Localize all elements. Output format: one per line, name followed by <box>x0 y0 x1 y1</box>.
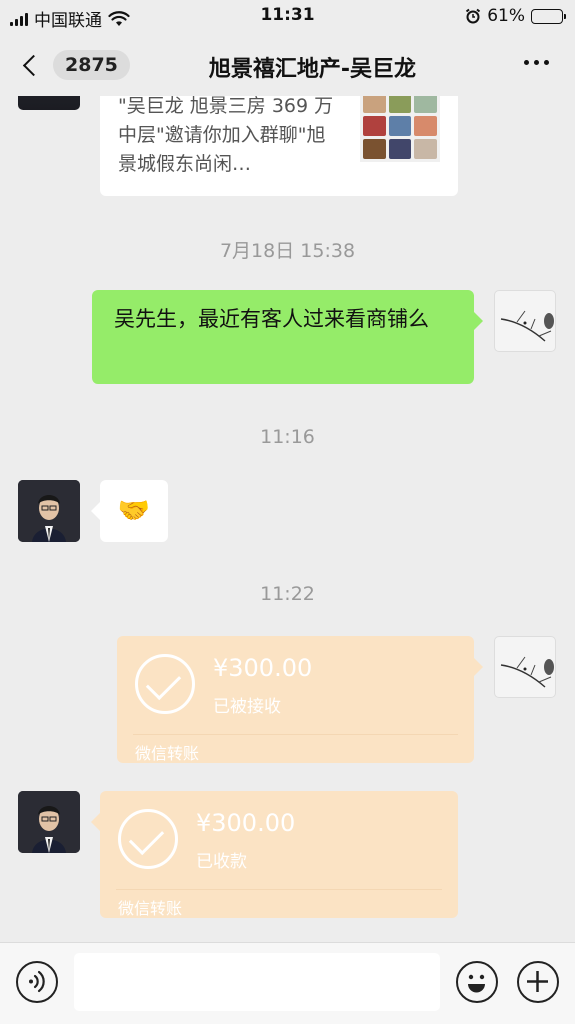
contact-avatar[interactable] <box>18 480 80 542</box>
transfer-card-sent[interactable]: ¥300.00 已被接收 微信转账 <box>117 636 483 763</box>
branch-photo-icon <box>500 656 554 688</box>
voice-icon <box>29 970 45 993</box>
nav-bar: 2875 旭景禧汇地产-吴巨龙 <box>0 34 575 96</box>
message-timestamp: 11:16 <box>260 426 315 448</box>
invite-card-text: "吴巨龙 旭景三房 369 万中层"邀请你加入群聊"旭景城假东尚闲… <box>118 96 334 175</box>
voice-input-button[interactable] <box>16 961 58 1003</box>
transfer-label: 微信转账 <box>118 899 183 918</box>
transfer-card-received[interactable]: ¥300.00 已收款 微信转账 <box>91 791 458 918</box>
chat-title: 旭景禧汇地产-吴巨龙 <box>208 57 417 82</box>
emoji-button[interactable] <box>456 961 498 1003</box>
transfer-status: 已被接收 <box>213 697 281 717</box>
status-bar: 中国联通 11:31 61% <box>0 0 575 34</box>
incoming-message-bubble[interactable]: 🤝 <box>91 480 168 542</box>
more-dot-icon <box>534 60 539 65</box>
group-invite-card[interactable]: "吴巨龙 旭景三房 369 万中层"邀请你加入群聊"旭景城假东尚闲… <box>100 96 458 196</box>
status-right: 61% <box>465 6 566 26</box>
outgoing-message-bubble[interactable]: 吴先生，最近有客人过来看商铺么 <box>92 290 483 384</box>
message-list[interactable]: "吴巨龙 旭景三房 369 万中层"邀请你加入群聊"旭景城假东尚闲… 7月18日… <box>0 96 575 942</box>
person-photo-icon <box>18 480 80 542</box>
my-avatar[interactable] <box>494 636 556 698</box>
divider <box>116 889 442 890</box>
more-options-button[interactable] <box>524 60 549 65</box>
more-functions-button[interactable] <box>517 961 559 1003</box>
message-timestamp: 7月18日 15:38 <box>219 240 356 262</box>
check-circle-icon <box>118 809 178 869</box>
message-input[interactable] <box>74 953 440 1011</box>
alarm-icon <box>466 8 481 24</box>
input-bar <box>0 942 575 1024</box>
branch-photo-icon <box>500 310 554 342</box>
transfer-amount: ¥300.00 <box>213 654 313 682</box>
contact-avatar[interactable] <box>18 791 80 853</box>
more-dot-icon <box>524 60 529 65</box>
group-avatar-grid <box>360 96 440 162</box>
transfer-label: 微信转账 <box>135 744 200 763</box>
handshake-emoji: 🤝 <box>117 496 151 526</box>
plus-icon <box>527 971 548 992</box>
chat-screen: 中国联通 11:31 61% 2875 旭景禧汇地产-吴巨龙 "吴巨龙 旭景三房… <box>0 0 575 1024</box>
divider <box>133 734 458 735</box>
back-button[interactable]: 2875 <box>18 46 130 84</box>
emoji-icon <box>468 974 485 993</box>
chevron-left-icon <box>22 54 45 76</box>
transfer-status: 已收款 <box>196 852 247 872</box>
message-text: 吴先生，最近有客人过来看商铺么 <box>114 307 429 331</box>
battery-percent: 61% <box>487 6 525 26</box>
avatar[interactable] <box>18 96 80 110</box>
transfer-amount: ¥300.00 <box>196 809 296 837</box>
message-timestamp: 11:22 <box>260 583 315 605</box>
check-circle-icon <box>135 654 195 714</box>
battery-icon <box>531 8 566 24</box>
more-dot-icon <box>544 60 549 65</box>
unread-count-badge: 2875 <box>53 50 130 80</box>
person-photo-icon <box>18 791 80 853</box>
my-avatar[interactable] <box>494 290 556 352</box>
